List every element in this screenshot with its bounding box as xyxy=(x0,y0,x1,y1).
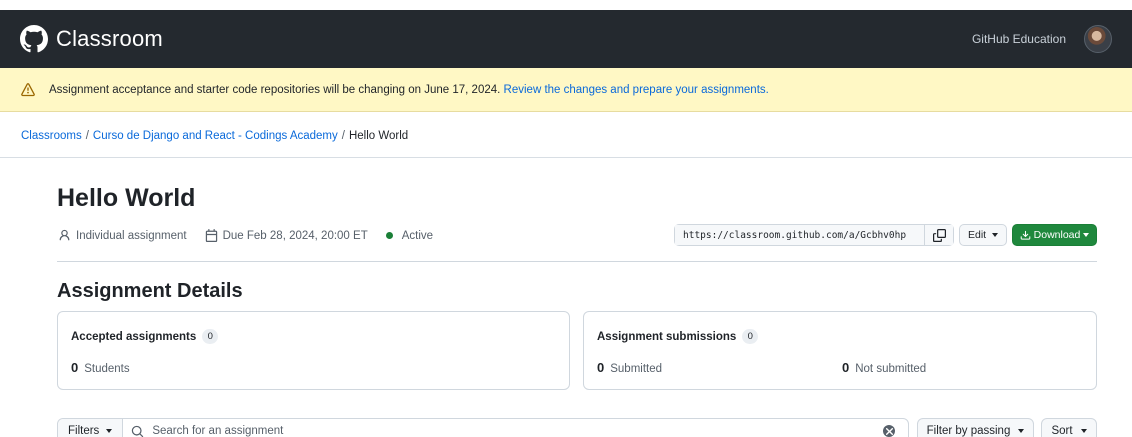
user-avatar[interactable] xyxy=(1084,25,1112,53)
person-icon xyxy=(59,229,70,241)
chevron-down-icon xyxy=(1080,429,1087,433)
download-button-label: Download xyxy=(1033,229,1081,241)
clear-search-button[interactable] xyxy=(883,425,895,437)
banner-message: Assignment acceptance and starter code r… xyxy=(49,83,501,96)
students-stat: 0 Students xyxy=(71,360,130,375)
submitted-stat: 0 Submitted xyxy=(597,360,662,375)
assignment-status: Active xyxy=(385,229,434,242)
breadcrumb-separator: / xyxy=(85,130,89,142)
search-input[interactable] xyxy=(152,425,875,437)
not-submitted-stat: 0 Not submitted xyxy=(842,360,926,375)
filters-button-label: Filters xyxy=(68,425,100,437)
divider xyxy=(0,157,1132,158)
github-octocat-icon xyxy=(20,25,48,53)
github-education-link[interactable]: GitHub Education xyxy=(972,32,1066,46)
edit-button-label: Edit xyxy=(968,229,987,241)
breadcrumb-separator: / xyxy=(341,130,345,142)
card-header: Assignment submissions 0 xyxy=(597,329,759,344)
assignment-meta: Individual assignment Due Feb 28, 2024, … xyxy=(58,229,451,242)
stat-value: 0 xyxy=(842,360,850,375)
assignment-due: Due Feb 28, 2024, 20:00 ET xyxy=(205,229,368,242)
status-dot xyxy=(385,232,393,239)
sort-button[interactable]: Sort xyxy=(1041,418,1097,437)
counter-badge: 0 xyxy=(202,329,219,344)
card-title: Accepted assignments xyxy=(71,330,197,343)
sort-label: Sort xyxy=(1051,425,1073,437)
accepted-assignments-card: Accepted assignments 0 0 Students xyxy=(57,311,570,390)
banner-review-link[interactable]: Review the changes and prepare your assi… xyxy=(504,84,769,96)
close-icon xyxy=(885,427,893,435)
stat-value: 0 xyxy=(71,360,79,375)
stat-label: Submitted xyxy=(610,363,663,375)
filter-by-passing-button[interactable]: Filter by passing xyxy=(917,418,1034,437)
search-wrap xyxy=(123,419,908,437)
search-toolbar: Filters xyxy=(57,418,909,437)
status-label: Active xyxy=(401,229,434,242)
assignment-type: Individual assignment xyxy=(58,229,187,242)
topbar-right: GitHub Education xyxy=(972,25,1112,53)
chevron-down-icon xyxy=(992,233,999,237)
invite-url-group xyxy=(674,224,954,246)
stat-label: Not submitted xyxy=(855,363,927,375)
download-button[interactable]: Download xyxy=(1012,224,1097,246)
chevron-down-icon xyxy=(1083,233,1090,237)
breadcrumb-classrooms[interactable]: Classrooms xyxy=(21,130,82,142)
warning-banner: Assignment acceptance and starter code r… xyxy=(0,68,1132,112)
counter-badge: 0 xyxy=(742,329,759,344)
assignment-type-label: Individual assignment xyxy=(76,229,187,242)
stat-label: Students xyxy=(84,363,130,375)
download-icon xyxy=(1020,230,1030,240)
copy-icon xyxy=(932,228,946,242)
card-title: Assignment submissions xyxy=(597,330,737,343)
chevron-down-icon xyxy=(106,429,113,433)
stat-value: 0 xyxy=(597,360,605,375)
breadcrumb: Classrooms / Curso de Django and React - C… xyxy=(21,130,408,142)
search-icon xyxy=(132,425,144,437)
warning-icon xyxy=(21,82,35,96)
breadcrumb-current: Hello World xyxy=(348,130,409,142)
edit-button[interactable]: Edit xyxy=(959,224,1008,246)
filter-passing-label: Filter by passing xyxy=(926,425,1011,437)
breadcrumb-classroom[interactable]: Curso de Django and React - Codings Acad… xyxy=(93,130,338,142)
invite-url-field[interactable] xyxy=(675,225,924,245)
assignment-submissions-card: Assignment submissions 0 0 Submitted 0 N… xyxy=(583,311,1097,390)
page-title: Hello World xyxy=(57,184,196,212)
top-navbar: Classroom GitHub Education xyxy=(0,10,1132,68)
due-date: Due Feb 28, 2024, 20:00 ET xyxy=(222,229,368,242)
copy-url-button[interactable] xyxy=(924,225,953,245)
brand[interactable]: Classroom xyxy=(20,25,163,53)
calendar-icon xyxy=(205,229,217,242)
filters-button[interactable]: Filters xyxy=(58,419,124,437)
divider xyxy=(57,261,1097,262)
card-header: Accepted assignments 0 xyxy=(71,329,219,344)
brand-title: Classroom xyxy=(56,26,163,51)
chevron-down-icon xyxy=(1018,429,1025,433)
section-title: Assignment Details xyxy=(57,280,243,302)
